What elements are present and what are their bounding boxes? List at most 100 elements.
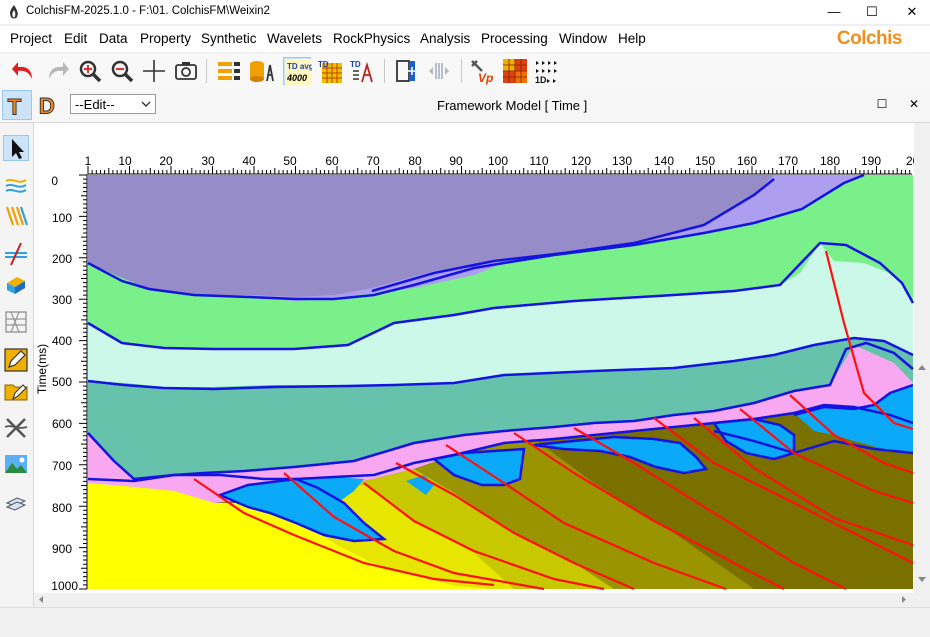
svg-text:TD: TD xyxy=(318,60,329,69)
redo-icon[interactable] xyxy=(43,57,71,85)
y-tick-label: 900 xyxy=(52,542,72,556)
toolbar-separator xyxy=(384,59,385,83)
camera-icon[interactable] xyxy=(172,57,200,85)
y-tick-label: 1000 xyxy=(51,579,78,593)
mesh-tool-icon[interactable] xyxy=(3,309,29,335)
main-toolbar: TD avg 4000 TD TD Vp 1D xyxy=(0,54,930,89)
x-tick-label: 140 xyxy=(654,154,674,168)
menu-data[interactable]: Data xyxy=(99,31,128,46)
edit-mode-select[interactable]: --Edit-- xyxy=(70,94,156,114)
x-tick-label: 70 xyxy=(366,154,380,168)
toolbar-separator xyxy=(206,59,207,83)
y-tick-label: 100 xyxy=(52,211,72,225)
time-domain-label: T xyxy=(8,94,22,119)
x-tick-label: 130 xyxy=(612,154,632,168)
x-tick-label: 160 xyxy=(737,154,757,168)
panel-close-button[interactable]: ✕ xyxy=(906,96,922,112)
folder-edit-icon[interactable] xyxy=(3,377,29,403)
panel-title: Framework Model [ Time ] xyxy=(437,98,588,113)
scroll-up-arrow-icon[interactable] xyxy=(918,365,926,370)
close-button[interactable]: ✕ xyxy=(892,0,930,24)
1d-model-icon[interactable]: 1D xyxy=(533,57,561,85)
x-tick-label: 80 xyxy=(408,154,422,168)
maximize-button[interactable]: ☐ xyxy=(852,0,892,24)
y-tick-label: 400 xyxy=(52,334,72,348)
layer-stack-icon[interactable] xyxy=(3,489,29,515)
heatmap-grid-icon[interactable] xyxy=(501,57,529,85)
y-tick-label: 800 xyxy=(52,501,72,515)
1d-label: 1D xyxy=(535,75,547,85)
database-well-icon[interactable] xyxy=(247,57,275,85)
vertical-scrollbar[interactable] xyxy=(914,123,930,606)
menu-synthetic[interactable]: Synthetic xyxy=(201,31,257,46)
menu-property[interactable]: Property xyxy=(140,31,191,46)
status-bar xyxy=(0,607,930,637)
edit-mode-value: --Edit-- xyxy=(75,97,115,112)
select-arrow-icon[interactable] xyxy=(3,135,29,161)
td-avg-button[interactable]: TD avg 4000 xyxy=(283,57,312,85)
menu-window[interactable]: Window xyxy=(559,31,607,46)
menu-bar: Project Edit Data Property Synthetic Wav… xyxy=(0,26,930,52)
horizon-tool-icon[interactable] xyxy=(3,173,29,199)
x-axis: 1 10 20 30 40 50 60 70 80 90 100 110 120… xyxy=(85,154,920,175)
td-avg-value: 4000 xyxy=(286,73,307,83)
toolbar-separator xyxy=(461,59,462,83)
td-grid-icon[interactable]: TD xyxy=(316,57,344,85)
scroll-left-arrow-icon[interactable] xyxy=(39,596,43,603)
vp-label: Vp xyxy=(478,71,493,85)
x-tick-label: 60 xyxy=(325,154,339,168)
y-tick-label: 700 xyxy=(52,459,72,473)
menu-edit[interactable]: Edit xyxy=(64,31,87,46)
framework-model[interactable] xyxy=(87,173,915,591)
td-avg-label: TD avg xyxy=(287,62,312,71)
window-title: ColchisFM-2025.1.0 - F:\01. ColchisFM\We… xyxy=(26,5,270,17)
y-tick-label: 0 xyxy=(51,174,58,188)
depth-domain-label: D xyxy=(39,93,55,118)
x-tick-label: 30 xyxy=(201,154,215,168)
model-canvas[interactable]: 1 10 20 30 40 50 60 70 80 90 100 110 120… xyxy=(34,123,930,593)
crossed-lines-icon[interactable] xyxy=(3,415,29,441)
fault-tool-icon[interactable] xyxy=(3,203,29,229)
cross-fault-icon[interactable] xyxy=(3,241,29,267)
flip-section-icon xyxy=(425,57,453,85)
crosshair-icon[interactable] xyxy=(140,57,168,85)
x-tick-label: 20 xyxy=(159,154,173,168)
x-tick-label: 190 xyxy=(861,154,881,168)
menu-rockphysics[interactable]: RockPhysics xyxy=(333,31,410,46)
td-well-icon[interactable]: TD xyxy=(348,57,376,85)
undo-icon[interactable] xyxy=(10,57,38,85)
title-bar: ColchisFM-2025.1.0 - F:\01. ColchisFM\We… xyxy=(0,0,930,24)
y-axis: 0 100 200 300 400 500 600 700 800 900 10… xyxy=(35,174,88,593)
time-domain-button[interactable]: T xyxy=(2,90,32,120)
panel-maximize-button[interactable]: ☐ xyxy=(874,96,890,112)
menu-wavelets[interactable]: Wavelets xyxy=(267,31,322,46)
y-tick-label: 200 xyxy=(52,252,72,266)
svg-text:TD: TD xyxy=(350,60,361,69)
x-tick-label: 120 xyxy=(571,154,591,168)
y-tick-label: 500 xyxy=(52,375,72,389)
scroll-down-arrow-icon[interactable] xyxy=(918,577,926,582)
depth-domain-button[interactable]: D xyxy=(35,90,65,120)
zoom-in-icon[interactable] xyxy=(76,57,104,85)
x-tick-label: 180 xyxy=(820,154,840,168)
minimize-button[interactable]: — xyxy=(814,0,854,24)
scroll-right-arrow-icon[interactable] xyxy=(902,596,906,603)
panel-header: T D --Edit-- Framework Model [ Time ] ☐ … xyxy=(0,88,930,123)
x-tick-label: 150 xyxy=(695,154,715,168)
block-tool-icon[interactable] xyxy=(3,271,29,297)
insert-column-icon[interactable] xyxy=(393,57,421,85)
zoom-out-icon[interactable] xyxy=(108,57,136,85)
menu-project[interactable]: Project xyxy=(10,31,52,46)
menu-analysis[interactable]: Analysis xyxy=(420,31,470,46)
vp-tool-icon[interactable]: Vp xyxy=(468,57,496,85)
menu-processing[interactable]: Processing xyxy=(481,31,548,46)
landscape-image-icon[interactable] xyxy=(3,451,29,477)
y-axis-label: Time(ms) xyxy=(35,344,49,394)
menu-help[interactable]: Help xyxy=(618,31,646,46)
layers-list-icon[interactable] xyxy=(215,57,243,85)
pencil-edit-icon[interactable] xyxy=(3,347,29,373)
y-tick-label: 600 xyxy=(52,417,72,431)
brand-logo: Colchis xyxy=(836,28,903,49)
x-tick-label: 110 xyxy=(529,154,548,168)
horizontal-scrollbar[interactable] xyxy=(34,593,914,606)
